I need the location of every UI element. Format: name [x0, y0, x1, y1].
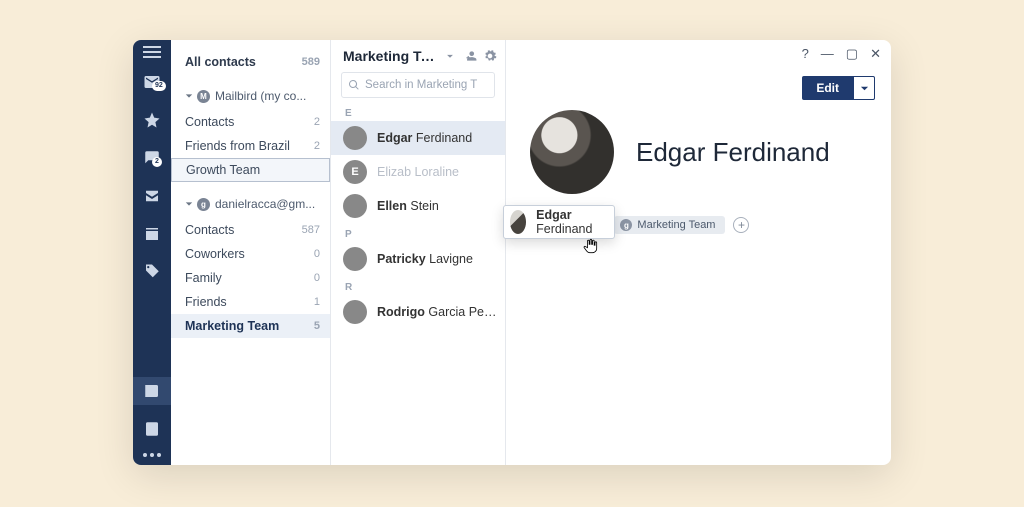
- contact-name: Edgar Ferdinand: [377, 131, 472, 145]
- drafts-icon[interactable]: 2: [133, 144, 171, 172]
- contact-detail-pane: ? — ▢ ✕ Edit Edgar Ferdinand g Contacts: [506, 40, 891, 465]
- profile-name: Edgar Ferdinand: [636, 137, 830, 168]
- avatar: [343, 126, 367, 150]
- inbox-icon[interactable]: 92: [133, 68, 171, 96]
- account-label: Mailbird (my co...: [215, 89, 306, 103]
- avatar: [343, 194, 367, 218]
- sent-icon[interactable]: [133, 182, 171, 210]
- sidebar-item-coworkers[interactable]: Coworkers 0: [171, 242, 330, 266]
- avatar: E: [343, 160, 367, 184]
- all-contacts-count: 589: [302, 56, 320, 68]
- section-letter: R: [331, 276, 505, 295]
- minimize-icon[interactable]: —: [821, 46, 834, 62]
- add-contact-icon[interactable]: [463, 49, 477, 63]
- contact-patricky[interactable]: Patricky Lavigne: [331, 242, 505, 276]
- sidebar-item-contacts-1[interactable]: Contacts 2: [171, 110, 330, 134]
- more-apps-icon[interactable]: [143, 453, 161, 457]
- starred-icon[interactable]: [133, 106, 171, 134]
- app-window: 92 2: [133, 40, 891, 465]
- sidebar-item-growth-team[interactable]: Growth Team: [171, 158, 330, 182]
- contact-name: Elizab Loraline: [377, 165, 459, 179]
- contact-name: Patricky Lavigne: [377, 252, 473, 266]
- contact-name: Ellen Stein: [377, 199, 439, 213]
- drag-contact-name: Edgar Ferdinand: [536, 208, 600, 236]
- drag-contact-chip[interactable]: Edgar Ferdinand: [503, 205, 615, 239]
- avatar: [343, 300, 367, 324]
- contact-elizabeth[interactable]: E Elizab Loraline: [331, 155, 505, 189]
- window-controls: ? — ▢ ✕: [802, 46, 881, 62]
- contact-ellen[interactable]: Ellen Stein: [331, 189, 505, 223]
- contact-name: Rodrigo Garcia Per...: [377, 305, 497, 319]
- profile-header: Edgar Ferdinand: [530, 110, 875, 194]
- tag-marketing-team[interactable]: g Marketing Team: [614, 216, 725, 234]
- chevron-down-icon[interactable]: [443, 49, 457, 63]
- search-icon: [348, 79, 360, 91]
- sidebar-item-friends-brazil[interactable]: Friends from Brazil 2: [171, 134, 330, 158]
- google-account-icon: g: [197, 198, 210, 211]
- edit-dropdown-button[interactable]: [853, 76, 875, 100]
- edit-button[interactable]: Edit: [802, 76, 853, 100]
- chevron-down-icon: [185, 92, 193, 100]
- search-input[interactable]: Search in Marketing T: [341, 72, 495, 98]
- sidebar-item-family[interactable]: Family 0: [171, 266, 330, 290]
- section-letter: E: [331, 102, 505, 121]
- nav-rail: 92 2: [133, 40, 171, 465]
- avatar: [343, 247, 367, 271]
- contacts-app-icon[interactable]: [133, 377, 171, 405]
- sidebar-item-contacts-2[interactable]: Contacts 587: [171, 218, 330, 242]
- folders-sidebar: All contacts 589 M Mailbird (my co... Co…: [171, 40, 331, 465]
- contact-list: Marketing Te... Search in Marketing T E …: [331, 40, 506, 465]
- maximize-icon[interactable]: ▢: [846, 46, 858, 62]
- search-placeholder: Search in Marketing T: [365, 79, 477, 91]
- gear-icon[interactable]: [483, 49, 497, 63]
- menu-icon[interactable]: [143, 46, 161, 58]
- google-icon: g: [620, 219, 632, 231]
- contact-edgar[interactable]: Edgar Ferdinand: [331, 121, 505, 155]
- close-icon[interactable]: ✕: [870, 46, 881, 62]
- all-contacts-label: All contacts: [185, 55, 256, 69]
- chevron-down-icon: [185, 200, 193, 208]
- sidebar-item-marketing-team[interactable]: Marketing Team 5: [171, 314, 330, 338]
- avatar: [510, 210, 526, 234]
- account-label: danielracca@gm...: [215, 197, 315, 211]
- add-tag-button[interactable]: +: [733, 217, 749, 233]
- drafts-badge: 2: [152, 157, 162, 167]
- tag-icon[interactable]: [133, 258, 171, 286]
- archive-icon[interactable]: [133, 220, 171, 248]
- account-avatar: M: [197, 90, 210, 103]
- sidebar-item-friends[interactable]: Friends 1: [171, 290, 330, 314]
- help-icon[interactable]: ?: [802, 46, 809, 62]
- inbox-badge: 92: [152, 81, 166, 91]
- section-letter: P: [331, 223, 505, 242]
- calendar-icon[interactable]: [133, 415, 171, 443]
- contact-rodrigo[interactable]: Rodrigo Garcia Per...: [331, 295, 505, 329]
- profile-avatar: [530, 110, 614, 194]
- account-mailbird[interactable]: M Mailbird (my co...: [171, 84, 330, 108]
- account-gmail[interactable]: g danielracca@gm...: [171, 192, 330, 216]
- all-contacts-row[interactable]: All contacts 589: [171, 50, 330, 74]
- chevron-down-icon: [860, 84, 869, 93]
- list-title: Marketing Te...: [343, 48, 437, 64]
